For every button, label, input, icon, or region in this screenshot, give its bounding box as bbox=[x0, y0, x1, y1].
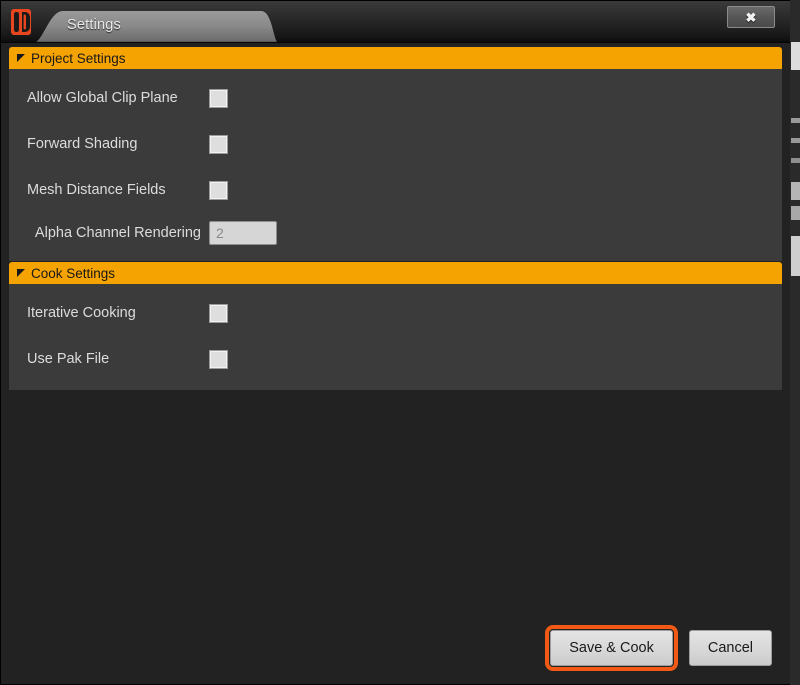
alpha-channel-rendering-input[interactable] bbox=[209, 221, 277, 245]
property-row: Iterative Cooking bbox=[9, 290, 782, 336]
group-header-project-settings[interactable]: Project Settings bbox=[9, 47, 782, 69]
title-bar: Settings ✖ bbox=[1, 1, 790, 43]
triangle-expanded-icon bbox=[17, 53, 25, 62]
checkbox-iterative-cooking[interactable] bbox=[209, 303, 228, 323]
unreal-engine-logo-icon bbox=[9, 8, 33, 36]
property-row: Allow Global Clip Plane bbox=[9, 75, 782, 121]
save-and-cook-button[interactable]: Save & Cook bbox=[545, 625, 678, 671]
group-body-project-settings: Allow Global Clip Plane Forward Shading … bbox=[9, 69, 782, 261]
dialog-footer: Save & Cook Cancel bbox=[1, 612, 790, 684]
property-row: Use Pak File bbox=[9, 336, 782, 382]
property-label-iterative-cooking: Iterative Cooking bbox=[27, 305, 136, 321]
checkbox-use-pak-file[interactable] bbox=[209, 349, 228, 369]
background-window-element bbox=[791, 158, 800, 163]
property-label-forward-shading: Forward Shading bbox=[27, 136, 138, 152]
property-label-use-pak-file: Use Pak File bbox=[27, 351, 110, 367]
cancel-button[interactable]: Cancel bbox=[688, 630, 772, 666]
tab-settings[interactable]: Settings bbox=[33, 9, 279, 42]
property-label-alpha-channel-rendering: Alpha Channel Rendering bbox=[34, 225, 201, 241]
group-project-settings: Project Settings Allow Global Clip Plane… bbox=[9, 47, 782, 261]
group-title: Cook Settings bbox=[31, 265, 116, 281]
property-label-mesh-distance-fields: Mesh Distance Fields bbox=[27, 182, 166, 198]
background-window-element bbox=[791, 138, 800, 143]
group-title: Project Settings bbox=[31, 50, 126, 66]
checkbox-forward-shading[interactable] bbox=[209, 134, 228, 154]
close-button[interactable]: ✖ bbox=[727, 6, 775, 28]
close-icon: ✖ bbox=[745, 9, 757, 25]
property-row: Forward Shading bbox=[9, 121, 782, 167]
group-header-cook-settings[interactable]: Cook Settings bbox=[9, 262, 782, 284]
checkbox-allow-global-clip-plane[interactable] bbox=[209, 88, 228, 108]
settings-window: Settings ✖ Project Settings Allow Global… bbox=[0, 0, 790, 685]
settings-scroll-area: Project Settings Allow Global Clip Plane… bbox=[1, 43, 790, 612]
background-window-element bbox=[791, 236, 800, 276]
triangle-expanded-icon bbox=[17, 268, 25, 277]
checkbox-mesh-distance-fields[interactable] bbox=[209, 180, 228, 200]
background-window-element bbox=[791, 42, 800, 70]
background-window-element bbox=[791, 206, 800, 220]
group-cook-settings: Cook Settings Iterative Cooking Use Pak … bbox=[9, 262, 782, 390]
background-window-element bbox=[791, 118, 800, 123]
property-row: Alpha Channel Rendering bbox=[9, 213, 782, 253]
property-label-allow-global-clip-plane: Allow Global Clip Plane bbox=[27, 90, 178, 106]
background-window-element bbox=[791, 182, 800, 200]
property-row: Mesh Distance Fields bbox=[9, 167, 782, 213]
group-body-cook-settings: Iterative Cooking Use Pak File bbox=[9, 284, 782, 390]
